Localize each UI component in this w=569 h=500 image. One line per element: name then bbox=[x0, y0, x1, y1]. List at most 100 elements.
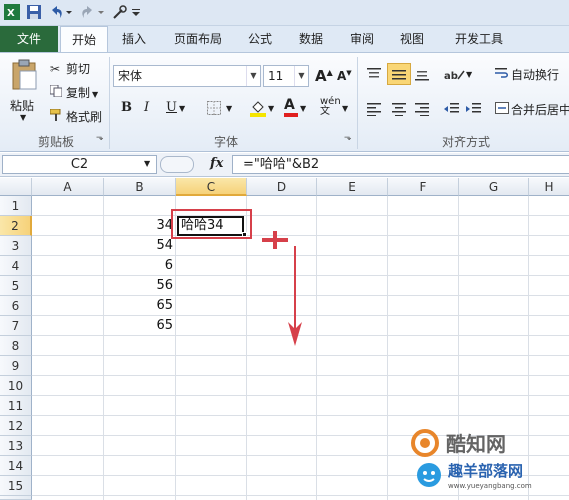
copy-button[interactable]: 复制 ▼ bbox=[49, 84, 99, 101]
cell-b4[interactable]: 6 bbox=[104, 256, 173, 276]
cell-b2[interactable]: 34 bbox=[104, 216, 173, 236]
formula-input[interactable]: ="哈哈"&B2 bbox=[232, 155, 569, 174]
phonetic-icon[interactable]: wén 文 bbox=[320, 97, 341, 117]
row-header[interactable]: 10 bbox=[0, 376, 32, 396]
custom-tool-icon[interactable] bbox=[112, 4, 128, 20]
font-launcher-icon[interactable]: ⬎ bbox=[344, 133, 352, 143]
merge-center-label: 合并后居中 bbox=[511, 103, 569, 117]
tab-file[interactable]: 文件 bbox=[0, 26, 58, 52]
italic-icon[interactable]: I bbox=[144, 100, 149, 115]
row-header[interactable]: 6 bbox=[0, 296, 32, 316]
row-header[interactable]: 14 bbox=[0, 456, 32, 476]
row-header[interactable]: 2 bbox=[0, 216, 32, 236]
tab-formulas[interactable]: 公式 bbox=[240, 26, 280, 52]
orientation-dropdown-icon[interactable]: ▼ bbox=[466, 70, 472, 79]
cell-b5[interactable]: 56 bbox=[104, 276, 173, 296]
tab-home[interactable]: 开始 bbox=[60, 26, 108, 52]
save-icon[interactable] bbox=[26, 4, 42, 20]
wrap-text-label: 自动换行 bbox=[511, 68, 560, 82]
align-middle-icon[interactable] bbox=[387, 63, 411, 85]
align-bottom-icon[interactable] bbox=[414, 67, 430, 84]
row-header[interactable]: 9 bbox=[0, 356, 32, 376]
phonetic-dropdown-icon[interactable]: ▼ bbox=[342, 104, 348, 113]
row-header[interactable]: 4 bbox=[0, 256, 32, 276]
gridline bbox=[175, 196, 176, 500]
undo-icon[interactable] bbox=[48, 4, 64, 20]
copy-dropdown-icon: ▼ bbox=[92, 90, 99, 99]
paste-button[interactable]: 粘贴 ▼ bbox=[6, 57, 42, 122]
redo-icon[interactable] bbox=[80, 4, 96, 20]
name-box[interactable]: C2 bbox=[2, 155, 157, 174]
merge-center-button[interactable]: 合并后居中 bbox=[495, 101, 569, 118]
customize-qat-icon[interactable] bbox=[130, 4, 142, 20]
align-top-icon[interactable] bbox=[366, 67, 382, 84]
decrease-indent-icon[interactable] bbox=[444, 102, 460, 119]
font-color-icon[interactable]: A bbox=[284, 97, 298, 117]
tab-review[interactable]: 审阅 bbox=[342, 26, 382, 52]
font-color-dropdown-icon[interactable]: ▼ bbox=[300, 104, 306, 113]
column-header-c[interactable]: C bbox=[176, 178, 247, 196]
align-left-icon[interactable] bbox=[366, 102, 382, 119]
tab-data[interactable]: 数据 bbox=[291, 26, 331, 52]
shrink-font-icon[interactable]: A▼ bbox=[337, 69, 352, 83]
column-header-d[interactable]: D bbox=[247, 178, 317, 196]
cell-b7[interactable]: 65 bbox=[104, 316, 173, 336]
row-header[interactable]: 5 bbox=[0, 276, 32, 296]
copy-label: 复制 bbox=[66, 86, 91, 100]
insert-function-icon[interactable]: fx bbox=[210, 156, 223, 171]
column-header-a[interactable]: A bbox=[32, 178, 104, 196]
row-header-partial[interactable] bbox=[0, 496, 32, 500]
select-all-corner[interactable] bbox=[0, 178, 32, 196]
fill-color-icon[interactable] bbox=[250, 99, 266, 120]
row-header[interactable]: 11 bbox=[0, 396, 32, 416]
gridline bbox=[387, 196, 388, 500]
tab-developer[interactable]: 开发工具 bbox=[446, 26, 512, 52]
tab-view[interactable]: 视图 bbox=[392, 26, 432, 52]
watermark-url: www.yueyangbang.com bbox=[448, 482, 532, 490]
name-box-dropdown-icon[interactable]: ▼ bbox=[144, 159, 150, 168]
font-size-value: 11 bbox=[268, 69, 284, 83]
worksheet-grid[interactable]: A B C D E F G H 1 2 3 4 5 6 7 8 9 10 11 … bbox=[0, 178, 569, 500]
row-header[interactable]: 7 bbox=[0, 316, 32, 336]
cut-button[interactable]: ✂ 剪切 bbox=[50, 60, 90, 77]
column-header-f[interactable]: F bbox=[388, 178, 459, 196]
align-right-icon[interactable] bbox=[414, 102, 430, 119]
row-header[interactable]: 15 bbox=[0, 476, 32, 496]
align-center-icon[interactable] bbox=[391, 102, 407, 119]
column-header-h[interactable]: H bbox=[529, 178, 569, 196]
orientation-icon[interactable]: ab bbox=[444, 67, 466, 84]
tab-insert[interactable]: 插入 bbox=[114, 26, 154, 52]
increase-indent-icon[interactable] bbox=[466, 102, 482, 119]
row-header[interactable]: 12 bbox=[0, 416, 32, 436]
cell-b6[interactable]: 65 bbox=[104, 296, 173, 316]
formula-bar-splitter[interactable] bbox=[160, 156, 194, 173]
bold-icon[interactable]: B bbox=[121, 100, 132, 115]
format-painter-button[interactable]: 格式刷 bbox=[49, 108, 102, 125]
row-header[interactable]: 3 bbox=[0, 236, 32, 256]
font-name-value: 宋体 bbox=[118, 69, 143, 83]
gridline bbox=[32, 395, 569, 396]
font-size-combo[interactable]: 11 ▼ bbox=[263, 65, 309, 87]
clipboard-launcher-icon[interactable]: ⬎ bbox=[96, 133, 104, 143]
excel-window: X 文件 开始 插入 页面布局 公式 数据 审阅 视图 开发工具 粘贴 ▼ ✂ … bbox=[0, 0, 569, 500]
row-header[interactable]: 8 bbox=[0, 336, 32, 356]
row-header[interactable]: 13 bbox=[0, 436, 32, 456]
borders-dropdown-icon[interactable]: ▼ bbox=[226, 104, 232, 113]
borders-icon[interactable] bbox=[207, 101, 221, 118]
font-name-combo[interactable]: 宋体 ▼ bbox=[113, 65, 261, 87]
tab-page-layout[interactable]: 页面布局 bbox=[164, 26, 232, 52]
undo-dropdown-icon[interactable] bbox=[64, 4, 74, 20]
column-header-e[interactable]: E bbox=[317, 178, 388, 196]
gridline bbox=[32, 355, 569, 356]
gridline bbox=[528, 196, 529, 500]
grow-font-icon[interactable]: A▲ bbox=[315, 67, 333, 85]
fill-color-dropdown-icon[interactable]: ▼ bbox=[268, 104, 274, 113]
wrap-text-button[interactable]: 自动换行 bbox=[495, 66, 559, 83]
underline-dropdown-icon[interactable]: ▼ bbox=[179, 104, 185, 113]
underline-icon[interactable]: U bbox=[166, 100, 177, 115]
redo-dropdown-icon[interactable] bbox=[96, 4, 106, 20]
column-header-b[interactable]: B bbox=[104, 178, 176, 196]
row-header[interactable]: 1 bbox=[0, 196, 32, 216]
cell-b3[interactable]: 54 bbox=[104, 236, 173, 256]
column-header-g[interactable]: G bbox=[459, 178, 529, 196]
